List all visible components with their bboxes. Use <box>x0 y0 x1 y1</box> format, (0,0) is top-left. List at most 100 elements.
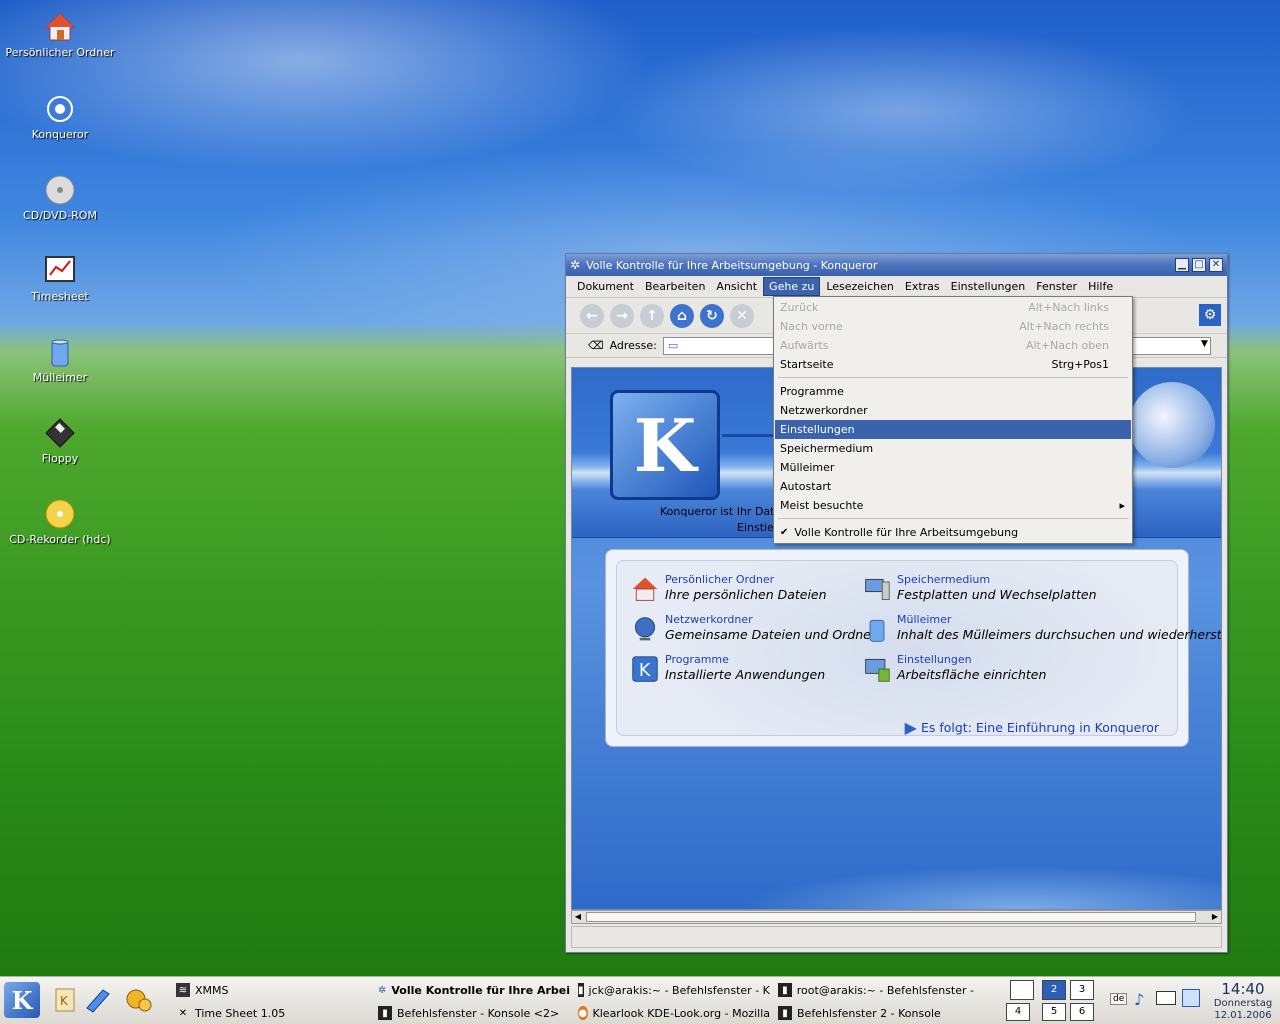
keyboard-layout-icon[interactable]: de <box>1110 993 1128 1005</box>
home-icon[interactable]: ⌂ <box>670 303 694 328</box>
desktop-icon-home[interactable]: Persönlicher Ordner <box>5 10 115 60</box>
scroll-right-icon[interactable]: ▶ <box>1209 911 1221 923</box>
desktop-icon-cdwriter[interactable]: CD-Rekorder (hdc) <box>5 497 115 547</box>
menu-fenster[interactable]: Fenster <box>1031 278 1082 295</box>
volume-icon[interactable]: ♪ <box>1134 990 1144 1009</box>
menu-item-most-visited[interactable]: Meist besuchte ▸ <box>775 496 1131 515</box>
minimize-button[interactable]: ▁ <box>1175 258 1189 272</box>
menu-item-programs[interactable]: Programme <box>775 382 1131 401</box>
menu-item-autostart[interactable]: Autostart <box>775 477 1131 496</box>
link-title[interactable]: Persönlicher Ordner <box>665 573 827 587</box>
window-title: Volle Kontrolle für Ihre Arbeitsumgebung… <box>586 258 878 272</box>
menu-item-storage-media[interactable]: Speichermedium <box>775 439 1131 458</box>
svg-text:K: K <box>639 661 651 681</box>
menu-item-label: Startseite <box>780 358 834 371</box>
menu-dokument[interactable]: Dokument <box>572 278 639 295</box>
task-konsole-2b[interactable]: ▮ Befehlsfenster 2 - Konsole <box>778 1003 974 1023</box>
link-network-folder[interactable]: Netzwerkordner Gemeinsame Dateien und Or… <box>629 613 876 645</box>
desktop-icon-cdrom[interactable]: CD/DVD-ROM <box>5 173 115 223</box>
pager-desktop-3[interactable]: 3 <box>1070 980 1094 1000</box>
close-button[interactable]: ✕ <box>1209 258 1223 272</box>
link-settings[interactable]: Einstellungen Arbeitsfläche einrichten <box>861 653 1046 685</box>
network-monitor-icon[interactable] <box>1182 989 1200 1007</box>
menu-item-label: Autostart <box>780 480 832 493</box>
play-arrow-icon: ▶ <box>904 718 917 737</box>
task-konsole-root[interactable]: ▮ root@arakis:~ - Befehlsfenster - <box>778 980 974 1000</box>
pager-desktop-5[interactable]: 5 <box>1042 1003 1066 1021</box>
clock-date: 12.01.2006 <box>1214 1010 1272 1021</box>
menu-item-current-page[interactable]: ✔ Volle Kontrolle für Ihre Arbeitsumgebu… <box>775 523 1131 542</box>
link-title[interactable]: Mülleimer <box>897 613 1221 627</box>
stop-icon[interactable]: ✕ <box>730 303 754 328</box>
show-desktop-icon[interactable] <box>1010 980 1034 1000</box>
menu-item-home[interactable]: Startseite Strg+Pos1 <box>775 355 1131 374</box>
menu-item-trash[interactable]: Mülleimer <box>775 458 1131 477</box>
intro-link-panel: Persönlicher Ordner Ihre persönlichen Da… <box>605 549 1221 747</box>
konqueror-gear-icon[interactable]: ⚙ <box>1199 304 1221 326</box>
forward-icon[interactable]: → <box>610 303 634 328</box>
submenu-arrow-icon: ▸ <box>1119 499 1125 512</box>
clear-address-icon[interactable]: ⌫ <box>588 339 604 352</box>
klipper-icon[interactable] <box>1156 991 1176 1005</box>
link-desc: Inhalt des Mülleimers durchsuchen und wi… <box>897 627 1222 642</box>
checkmark-icon: ✔ <box>780 527 789 538</box>
menu-bearbeiten[interactable]: Bearbeiten <box>640 278 710 295</box>
menu-ansicht[interactable]: Ansicht <box>711 278 762 295</box>
task-xmms[interactable]: ≋ XMMS <box>176 980 366 1000</box>
cd-writer-icon <box>43 497 77 531</box>
reload-icon[interactable]: ↻ <box>700 303 724 328</box>
task-timesheet[interactable]: ✕ Time Sheet 1.05 <box>176 1003 366 1023</box>
kwrite-launcher-icon[interactable] <box>82 985 112 1015</box>
link-title[interactable]: Netzwerkordner <box>665 613 876 627</box>
link-storage-media[interactable]: Speichermedium Festplatten und Wechselpl… <box>861 573 1097 605</box>
next-intro-label: Es folgt: Eine Einführung in Konqueror <box>920 720 1159 735</box>
menu-item-network-folder[interactable]: Netzwerkordner <box>775 401 1131 420</box>
menu-item-settings[interactable]: Einstellungen <box>775 420 1131 439</box>
window-titlebar[interactable]: ✲ Volle Kontrolle für Ihre Arbeitsumgebu… <box>566 254 1227 276</box>
menu-hilfe[interactable]: Hilfe <box>1083 278 1118 295</box>
task-mozilla[interactable]: ● Klearlook KDE-Look.org - Mozilla <box>578 1003 770 1023</box>
task-konqueror-active[interactable]: ✲ Volle Kontrolle für Ihre Arbeit <box>378 980 570 1000</box>
menu-item-back[interactable]: Zurück Alt+Nach links <box>775 298 1131 317</box>
pager-desktop-2[interactable]: 2 <box>1042 980 1066 1000</box>
menu-separator <box>778 377 1128 378</box>
clock[interactable]: 14:40 Donnerstag 12.01.2006 <box>1212 980 1274 1022</box>
menu-item-label: Zurück <box>780 301 819 314</box>
link-title[interactable]: Programme <box>665 653 825 667</box>
horizontal-scrollbar[interactable]: ◀ ▶ <box>571 910 1222 924</box>
back-icon[interactable]: ← <box>580 303 604 328</box>
link-title[interactable]: Einstellungen <box>897 653 1046 667</box>
desktop-icon-trash[interactable]: Mülleimer <box>5 335 115 385</box>
maximize-button[interactable]: □ <box>1192 258 1206 272</box>
task-konsole-jck[interactable]: ▮ jck@arakis:~ - Befehlsfenster - Ko <box>578 980 770 1000</box>
desktop-icon-timesheet[interactable]: Timesheet <box>5 254 115 304</box>
menu-item-label: Aufwärts <box>780 339 829 352</box>
firefox-icon: ● <box>578 1006 588 1020</box>
link-applications[interactable]: K Programme Installierte Anwendungen <box>629 653 825 685</box>
address-dropdown-icon[interactable]: ▼ <box>1201 339 1208 349</box>
clock-time: 14:40 <box>1221 980 1265 998</box>
konqueror-app-icon[interactable]: ✲ <box>570 258 580 272</box>
link-trash[interactable]: Mülleimer Inhalt des Mülleimers durchsuc… <box>861 613 1222 645</box>
link-personal-folder[interactable]: Persönlicher Ordner Ihre persönlichen Da… <box>629 573 827 605</box>
scroll-thumb[interactable] <box>586 912 1196 922</box>
next-intro-link[interactable]: ▶ Es folgt: Eine Einführung in Konqueror <box>905 718 1159 737</box>
menu-einstellungen[interactable]: Einstellungen <box>946 278 1031 295</box>
menu-item-forward[interactable]: Nach vorne Alt+Nach rechts <box>775 317 1131 336</box>
desktop-icon-konqueror[interactable]: Konqueror <box>5 92 115 142</box>
desktop-icon-floppy[interactable]: Floppy <box>5 416 115 466</box>
scroll-left-icon[interactable]: ◀ <box>572 911 584 923</box>
menu-lesezeichen[interactable]: Lesezeichen <box>821 278 899 295</box>
link-title[interactable]: Speichermedium <box>897 573 1097 587</box>
kde-menu-button[interactable]: K <box>4 982 40 1018</box>
pager-desktop-4[interactable]: 4 <box>1006 1003 1030 1021</box>
pager-desktop-6[interactable]: 6 <box>1070 1003 1094 1021</box>
task-konsole-2[interactable]: ▮ Befehlsfenster - Konsole <2> <box>378 1003 570 1023</box>
globe-gear-icon <box>1129 382 1215 468</box>
konqueror-launcher-icon[interactable]: K <box>50 985 80 1015</box>
menu-gehe-zu[interactable]: Gehe zu <box>763 277 821 296</box>
menu-item-up[interactable]: Aufwärts Alt+Nach oben <box>775 336 1131 355</box>
up-icon[interactable]: ↑ <box>640 303 664 328</box>
control-center-launcher-icon[interactable] <box>124 985 154 1015</box>
menu-extras[interactable]: Extras <box>900 278 945 295</box>
